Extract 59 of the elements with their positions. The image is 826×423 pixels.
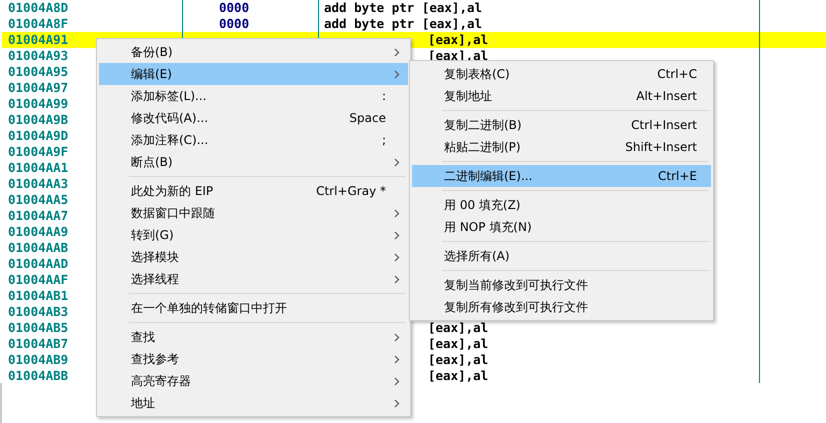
address-cell-text: 01004AA3 bbox=[7, 176, 68, 192]
instruction-cell-text: add byte ptr [eax],al bbox=[323, 16, 482, 32]
menu-item[interactable]: 选择所有(A) bbox=[412, 245, 711, 267]
instruction-cell-text: add byte ptr [eax],al bbox=[323, 0, 482, 16]
menu-item[interactable]: 地址 bbox=[99, 392, 408, 414]
menu-item[interactable]: 复制二进制(B) Ctrl+Insert bbox=[412, 114, 711, 136]
address-cell-text: 01004AA1 bbox=[7, 160, 68, 176]
menu-item[interactable]: 修改代码(A)... Space bbox=[99, 107, 408, 129]
menu-item[interactable]: 高亮寄存器 bbox=[99, 370, 408, 392]
menu-item[interactable]: 在一个单独的转储窗口中打开 bbox=[99, 297, 408, 319]
address-cell-text: 01004AA7 bbox=[7, 208, 68, 224]
address-cell-text: 01004AAD bbox=[7, 256, 68, 272]
menu-item[interactable]: 添加注释(C)... ; bbox=[99, 129, 408, 151]
address-cell-text: 01004AAF bbox=[7, 272, 68, 288]
address-cell-text: 01004AB9 bbox=[7, 352, 68, 368]
address-cell-text: 01004A91 bbox=[7, 32, 68, 48]
menu-item[interactable]: 粘贴二进制(P) Shift+Insert bbox=[412, 136, 711, 158]
address-cell-text: 01004A9B bbox=[7, 112, 68, 128]
address-cell-text: 01004AB7 bbox=[7, 336, 68, 352]
hex-cell-text: 0000 bbox=[218, 16, 250, 32]
menu-item[interactable]: 备份(B) bbox=[99, 41, 408, 63]
instruction-cell-text: [eax],al bbox=[427, 336, 488, 352]
address-cell-text: 01004A8F bbox=[7, 16, 68, 32]
address-cell-text: 01004A93 bbox=[7, 48, 68, 64]
instruction-cell-text: [eax],al bbox=[427, 320, 488, 336]
menu-item[interactable]: 二进制编辑(E)... Ctrl+E bbox=[412, 165, 711, 187]
address-cell-text: 01004AB1 bbox=[7, 288, 68, 304]
address-cell-text: 01004AA9 bbox=[7, 224, 68, 240]
address-cell-text: 01004AB3 bbox=[7, 304, 68, 320]
address-cell-text: 01004AB5 bbox=[7, 320, 68, 336]
address-cell-text: 01004ABB bbox=[7, 368, 68, 383]
menu-item[interactable]: 转到(G) bbox=[99, 224, 408, 246]
instruction-cell-text: [eax],al bbox=[427, 32, 488, 48]
menu-item[interactable]: 编辑(E) bbox=[99, 63, 408, 85]
address-cell-text: 01004A8D bbox=[7, 0, 68, 16]
menu-item[interactable]: 复制当前修改到可执行文件 bbox=[412, 274, 711, 296]
address-cell-text: 01004A9F bbox=[7, 144, 68, 160]
menu-item[interactable]: 查找 bbox=[99, 326, 408, 348]
address-cell-text: 01004A99 bbox=[7, 96, 68, 112]
menu-item[interactable]: 数据窗口中跟随 bbox=[99, 202, 408, 224]
menu-item[interactable]: 用 NOP 填充(N) bbox=[412, 216, 711, 238]
menu-item[interactable]: 复制表格(C) Ctrl+C bbox=[412, 63, 711, 85]
address-cell-text: 01004AAB bbox=[7, 240, 68, 256]
menu-item[interactable]: 选择模块 bbox=[99, 246, 408, 268]
menu-item[interactable]: 此处为新的 EIP Ctrl+Gray * bbox=[99, 180, 408, 202]
address-cell-text: 01004A97 bbox=[7, 80, 68, 96]
hex-cell-text: 0000 bbox=[218, 0, 250, 16]
address-cell-text: 01004A95 bbox=[7, 64, 68, 80]
menu-item[interactable]: 用 00 填充(Z) bbox=[412, 194, 711, 216]
address-cell-text: 01004AA5 bbox=[7, 192, 68, 208]
menu-item[interactable]: 添加标签(L)... : bbox=[99, 85, 408, 107]
menu-item[interactable]: 断点(B) bbox=[99, 151, 408, 173]
address-cell-text: 01004A9D bbox=[7, 128, 68, 144]
menu-item[interactable]: 选择线程 bbox=[99, 268, 408, 290]
instruction-cell-text: [eax],al bbox=[427, 368, 488, 383]
instruction-cell-text: [eax],al bbox=[427, 352, 488, 368]
menu-item[interactable]: 复制地址 Alt+Insert bbox=[412, 85, 711, 107]
menu-item[interactable]: 复制所有修改到可执行文件 bbox=[412, 296, 711, 318]
menu-item[interactable]: 查找参考 bbox=[99, 348, 408, 370]
